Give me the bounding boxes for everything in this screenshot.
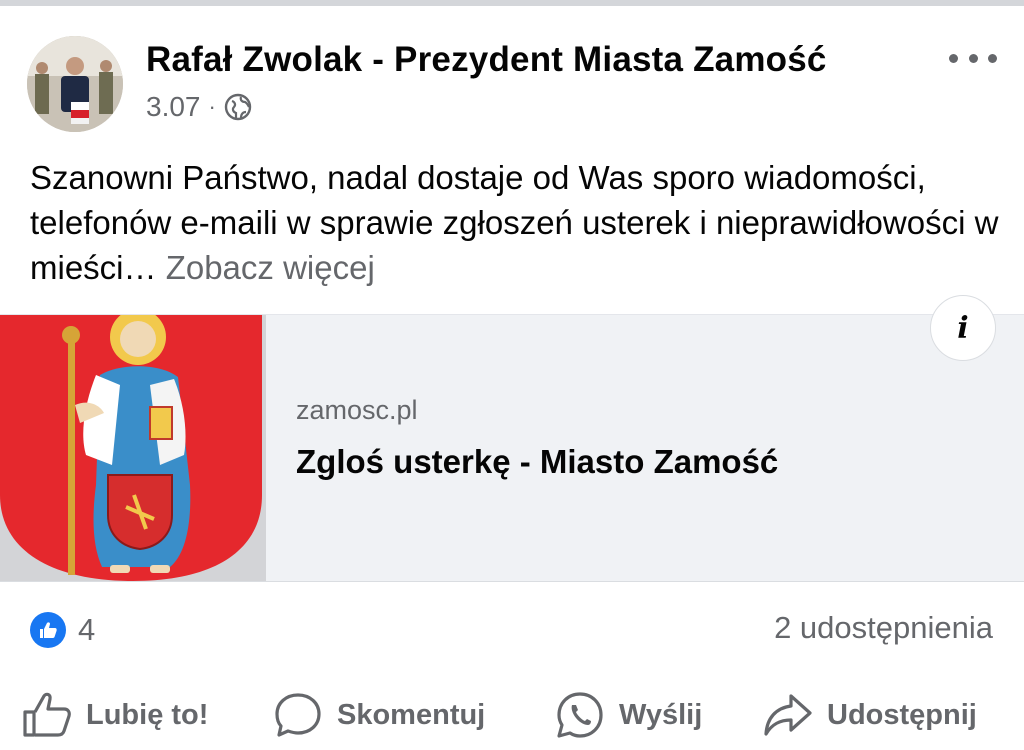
shares-count[interactable]: 2 udostępnienia	[774, 610, 993, 646]
whatsapp-icon	[557, 692, 603, 738]
info-icon[interactable]: i	[930, 295, 996, 361]
author-name[interactable]: Rafał Zwolak - Prezydent Miasta Zamość	[146, 40, 827, 80]
like-label: Lubię to!	[86, 698, 209, 731]
post-date[interactable]: 3.07	[146, 91, 201, 123]
thumbs-up-icon	[40, 622, 57, 638]
reaction-count: 4	[78, 612, 96, 647]
reactions-summary[interactable]: 4	[30, 612, 95, 648]
dot-icon	[968, 53, 978, 63]
comment-button[interactable]: Skomentuj	[273, 683, 485, 747]
like-button[interactable]: Lubię to!	[22, 683, 208, 747]
dot-icon	[949, 53, 958, 63]
globe-icon	[224, 93, 252, 121]
share-label: Udostępnij	[827, 698, 977, 731]
send-label: Wyślij	[619, 698, 703, 731]
author-avatar[interactable]	[27, 36, 123, 132]
send-button[interactable]: Wyślij	[555, 683, 702, 747]
more-options-button[interactable]	[949, 44, 997, 72]
link-title: Zgloś usterkę - Miasto Zamość	[296, 443, 779, 480]
engagement-stats: 4 2 udostępnienia	[0, 600, 1024, 660]
comment-bubble-icon	[275, 693, 321, 737]
post-text: Szanowni Państwo, nadal dostaje od Was s…	[30, 155, 1010, 290]
top-divider	[0, 0, 1024, 6]
dot-icon	[988, 53, 997, 63]
avatar-photo	[27, 36, 123, 132]
link-domain: zamosc.pl	[296, 395, 418, 425]
thumbs-up-outline-icon	[23, 692, 71, 737]
link-preview-card[interactable]: zamosc.pl Zgloś usterkę - Miasto Zamość …	[0, 295, 1024, 582]
meta-separator: ·	[208, 94, 216, 119]
post-actions-bar: Lubię to! Skomentuj Wyślij Udostępnij	[0, 683, 1024, 747]
see-more-link[interactable]: Zobacz więcej	[166, 249, 375, 286]
share-button[interactable]: Udostępnij	[763, 683, 977, 747]
share-arrow-icon	[764, 694, 812, 736]
like-reaction-icon	[30, 612, 66, 648]
comment-label: Skomentuj	[337, 698, 486, 731]
coat-of-arms-image	[0, 315, 266, 581]
link-info[interactable]: zamosc.pl Zgloś usterkę - Miasto Zamość	[296, 315, 996, 581]
link-thumbnail[interactable]	[0, 315, 266, 581]
post-meta: 3.07 ·	[146, 91, 252, 123]
